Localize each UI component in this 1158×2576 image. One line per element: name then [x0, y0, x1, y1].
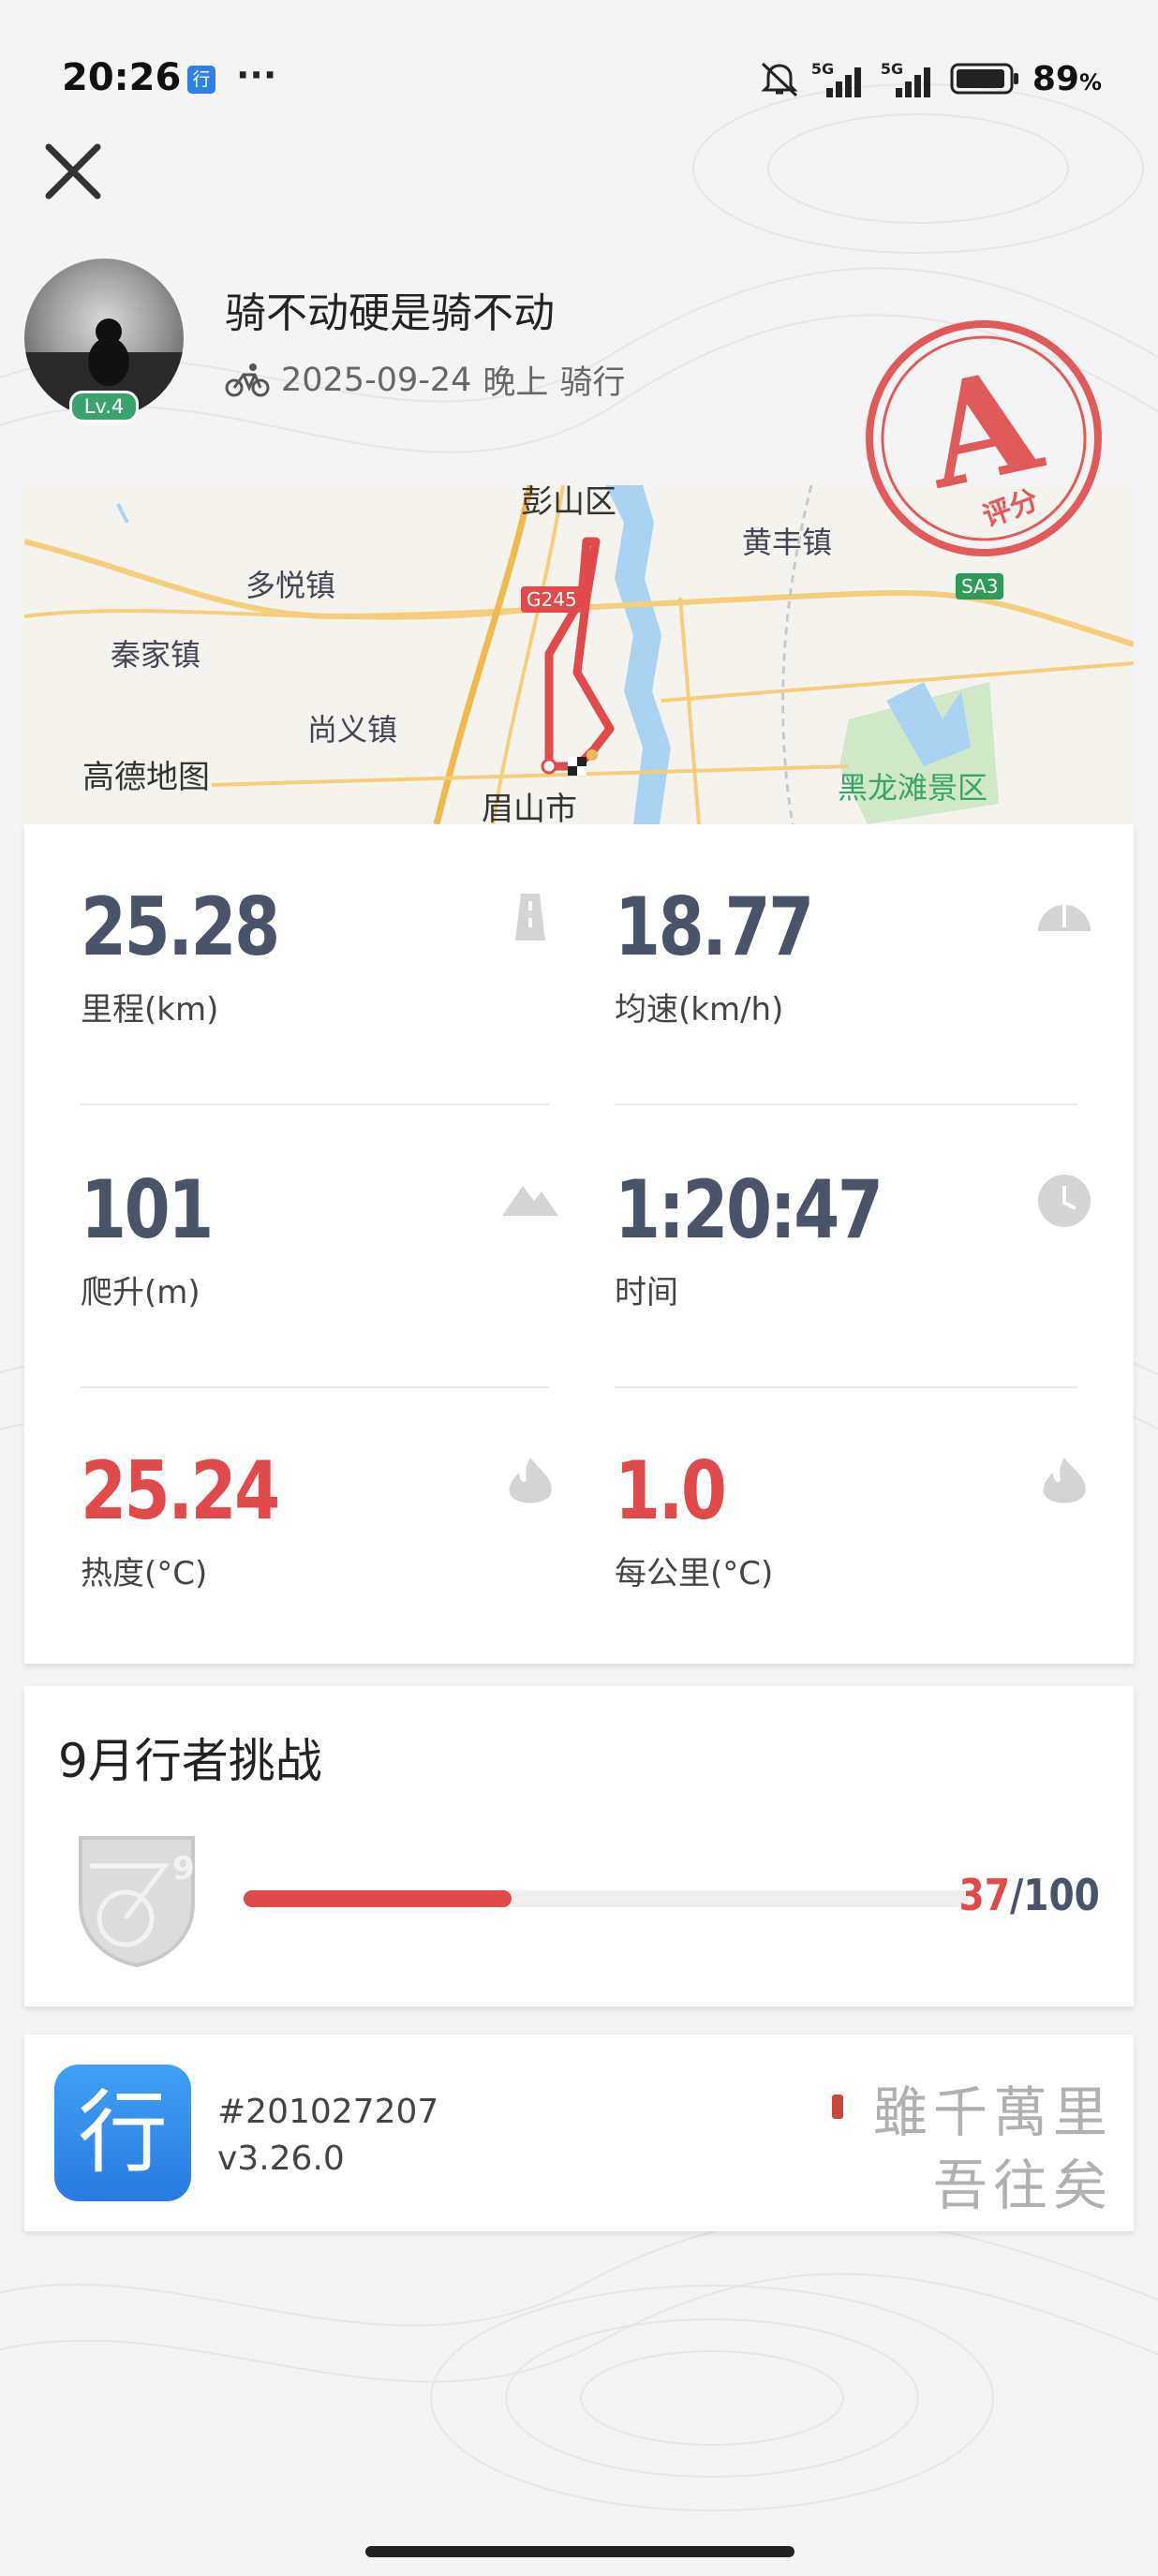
speedometer-icon [1038, 905, 1091, 931]
username: 骑不动硬是骑不动 [225, 289, 555, 337]
status-time: 20:26 [62, 56, 182, 99]
map-label-heilongtan: 黑龙滩景区 [838, 770, 988, 806]
stat-label: 爬升(m) [81, 1274, 200, 1311]
stat-distance: 25.28 里程(km) [81, 881, 549, 1162]
challenge-progress-fill [244, 1890, 512, 1907]
app-id: #201027207 [217, 2093, 439, 2131]
activity-type: 骑行 [559, 364, 626, 402]
activity-time-of-day: 晚上 [482, 364, 549, 402]
app-version: v3.26.0 [217, 2139, 345, 2178]
stat-label: 每公里(°C) [615, 1555, 774, 1592]
seal-icon [832, 2095, 843, 2119]
stat-heat: 25.24 热度(°C) [81, 1444, 552, 1725]
bicycle-icon [225, 363, 270, 396]
clock-icon [1038, 1175, 1091, 1227]
road-badge-g245: G245 [521, 586, 583, 613]
stat-label: 里程(km) [81, 991, 219, 1029]
calligraphy-motto: 雖千萬里 吾往矣 [832, 2061, 1113, 2217]
home-indicator[interactable] [365, 2546, 794, 2557]
more-notifications-icon: ··· [236, 54, 277, 96]
challenge-card[interactable]: 9月行者挑战 9 37/100 [24, 1686, 1134, 2006]
close-icon [45, 143, 101, 200]
stat-value: 25.24 [81, 1444, 280, 1538]
map-label-amap: 高德地图 [82, 759, 210, 796]
divider [81, 1103, 549, 1105]
stat-heat-per-km: 1.0 每公里(°C) [615, 1444, 1086, 1725]
divider [615, 1386, 1077, 1388]
flame-icon [509, 1458, 552, 1503]
challenge-progress-text: 37/100 [958, 1870, 1100, 1920]
stat-duration: 1:20:47 时间 [615, 1163, 1091, 1444]
divider [615, 1103, 1077, 1105]
activity-date: 2025-09-24 [281, 361, 472, 399]
map-label-qinjia: 秦家镇 [111, 637, 201, 673]
road-icon [515, 894, 545, 940]
signal-icon-2: 5G [881, 60, 939, 97]
map-label-huangfeng: 黄丰镇 [742, 525, 833, 560]
challenge-progress-bar [244, 1890, 969, 1907]
level-badge: Lv.4 [69, 391, 139, 422]
app-info-card: 行 #201027207 v3.26.0 雖千萬里 吾往矣 [24, 2035, 1134, 2231]
calligraphy-line-1: 雖千萬里 [872, 2080, 1113, 2144]
stat-avg-speed: 18.77 均速(km/h) [615, 881, 1091, 1162]
stat-elevation: 101 爬升(m) [81, 1163, 558, 1444]
stat-value: 25.28 [81, 881, 280, 974]
map-label-meishan: 眉山市 [482, 791, 577, 824]
grade-stamp: A 评分 [862, 317, 1106, 560]
battery-percent: 89% [1032, 59, 1102, 98]
svg-text:9: 9 [172, 1850, 195, 1888]
challenge-title: 9月行者挑战 [58, 1734, 322, 1788]
mountain-icon [502, 1186, 558, 1216]
signal-icon-1: 5G [811, 60, 869, 97]
battery-icon [950, 63, 1018, 95]
app-notification-icon: 行 [187, 66, 215, 94]
stat-value: 1.0 [615, 1444, 727, 1538]
stats-card: 25.28 里程(km) 18.77 均速(km/h) 101 爬升(m) 1:… [24, 824, 1134, 1664]
close-button[interactable] [37, 136, 109, 207]
stat-label: 热度(°C) [81, 1555, 208, 1592]
calligraphy-line-2: 吾往矣 [932, 2154, 1113, 2217]
road-badge-sa3: SA3 [956, 573, 1004, 600]
mute-icon [761, 62, 798, 97]
activity-meta: 2025-09-24 晚上 骑行 [225, 356, 625, 404]
challenge-badge-icon: 9 [79, 1836, 195, 1967]
map-label-shangyi: 尚义镇 [307, 712, 398, 748]
divider [81, 1386, 549, 1388]
stat-value: 101 [81, 1163, 214, 1257]
app-logo: 行 [54, 2065, 191, 2201]
stat-label: 均速(km/h) [615, 991, 784, 1029]
map-label-pengshan: 彭山区 [521, 485, 616, 521]
status-right: 5G 5G 89% [759, 58, 1102, 99]
status-bar: 20:26 行 ··· 5G 5G 89% [0, 0, 1158, 159]
flame-icon [1043, 1458, 1086, 1503]
map-label-duoyue: 多悦镇 [245, 568, 336, 603]
stat-value: 18.77 [615, 881, 814, 974]
stat-label: 时间 [615, 1274, 678, 1311]
stat-value: 1:20:47 [615, 1163, 883, 1257]
